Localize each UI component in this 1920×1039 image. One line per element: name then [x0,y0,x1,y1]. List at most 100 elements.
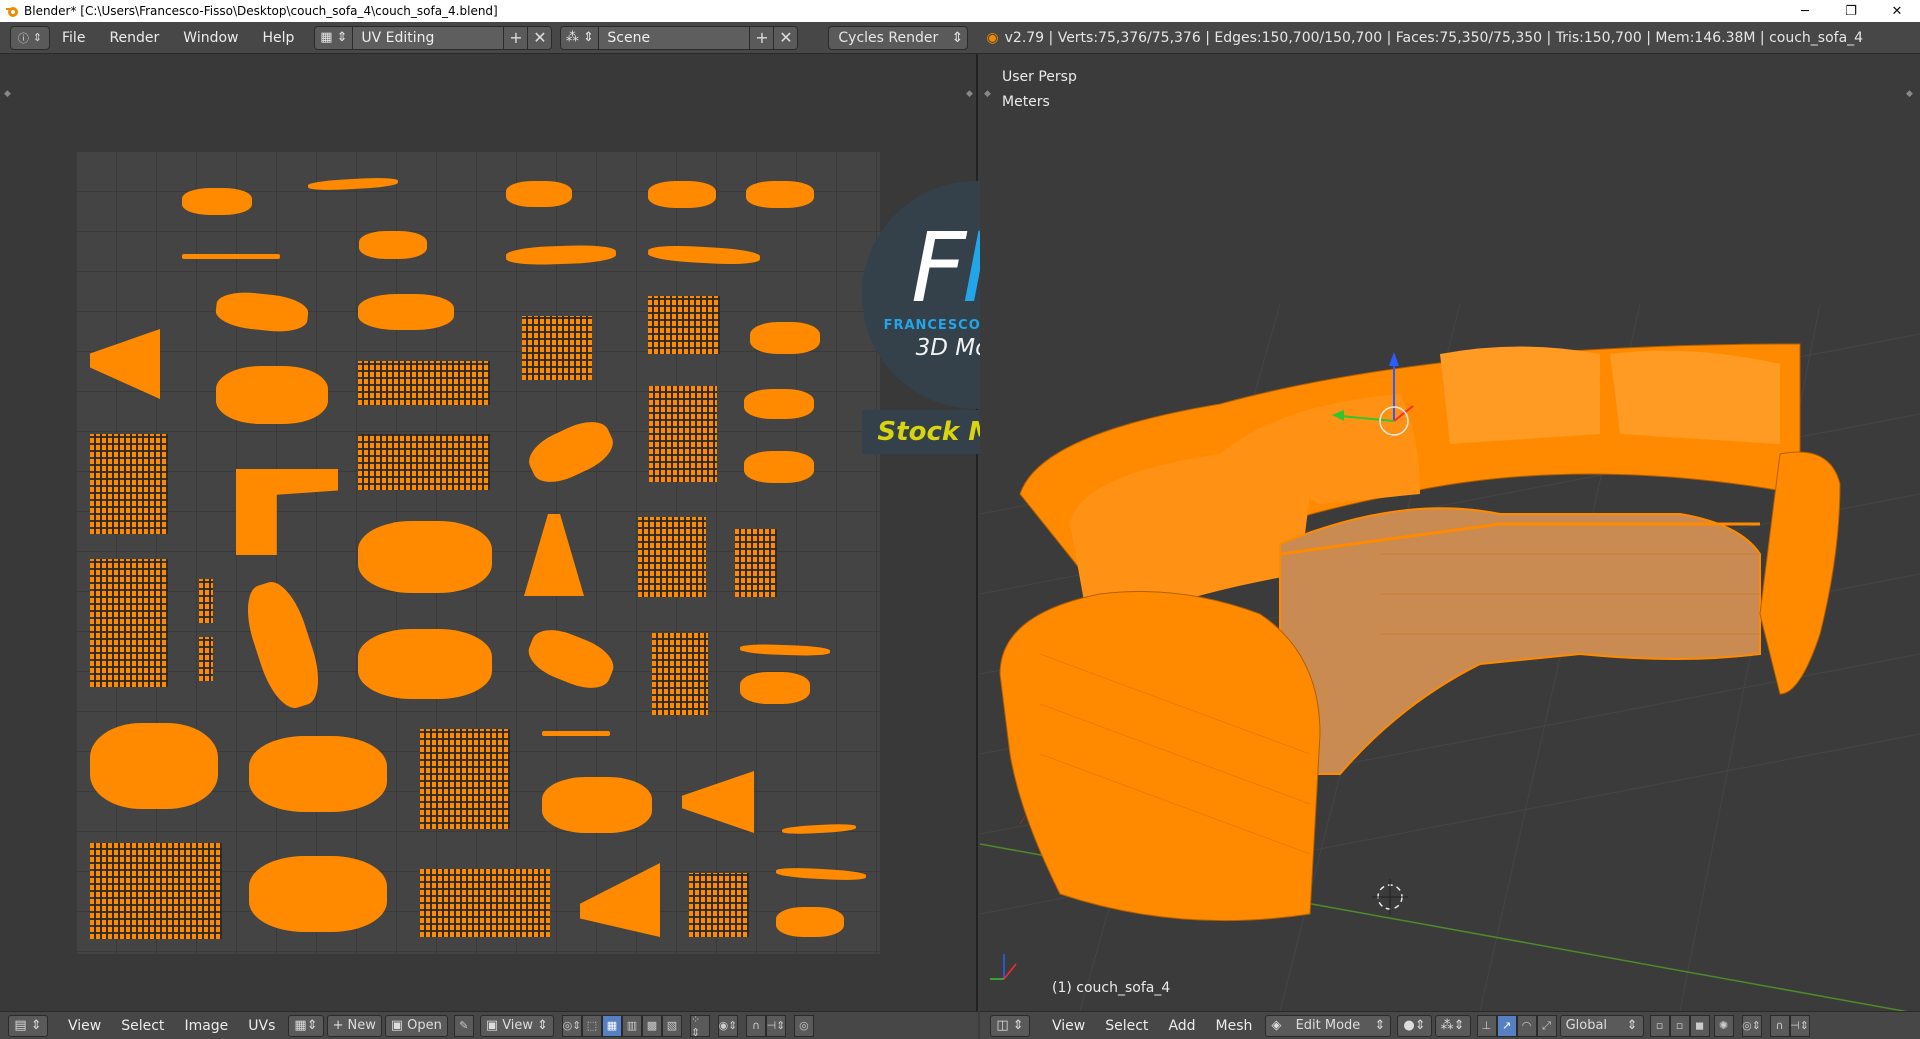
remove-layout-button[interactable]: ✕ [527,26,552,49]
blender-logo-icon [4,3,20,19]
sync-selection-icon[interactable]: ⬚ [581,1014,602,1037]
sticky-select-icon[interactable]: ⁘⇕ [689,1013,710,1039]
snap-target-icon[interactable]: ⊣⇕ [765,1014,786,1037]
3d-viewport[interactable]: ◆ ◆ User Persp Meters (1) couch_sofa_4 [980,54,1920,1011]
vertex-select-icon[interactable]: ▦ [601,1014,622,1037]
screen-layout-name[interactable]: UV Editing [353,26,504,49]
render-engine-label: Cycles Render [838,29,939,46]
camera-icon[interactable]: ✺ [1713,1014,1734,1037]
blender-logo-icon: ◉ [986,29,999,46]
region-toggle-icon[interactable]: ◆ [966,89,976,99]
add-scene-button[interactable]: + [749,26,774,49]
rotate-manipulator-icon[interactable]: ◠ [1516,1014,1537,1037]
open-image-label: Open [407,1018,442,1033]
uv-island [648,181,716,208]
render-engine-select[interactable]: Cycles Render ⇕ [828,25,969,50]
pivot-icon: ⁂⇕ [1440,1018,1465,1033]
uv-menu-select[interactable]: Select [111,1012,174,1039]
menu-help[interactable]: Help [250,22,306,54]
info-icon: ⓘ [17,31,29,45]
view3d-menu-view[interactable]: View [1042,1012,1095,1039]
uv-island [775,866,867,882]
uv-menu-image[interactable]: Image [174,1012,238,1039]
scene-selector[interactable]: ⁂ ⇕ Scene + ✕ [560,25,799,50]
view3d-menu-mesh[interactable]: Mesh [1206,1012,1263,1039]
logo-letter-f: F [910,211,966,324]
translate-manipulator-icon[interactable]: ↗ [1496,1014,1517,1037]
uv-island-grid [522,316,592,380]
layer-icon[interactable]: ▫ [1669,1014,1690,1037]
pivot-icon[interactable]: ◎⇕ [561,1014,582,1037]
view-mode-select[interactable]: ▣ View ⇕ [479,1014,554,1037]
updown-arrows-icon: ⇕ [951,29,964,46]
uv-editor-header: ▤ ⇕ View Select Image UVs ▦⇕ + New ▣ Open … [0,1011,978,1039]
layer-icon[interactable]: ◼ [1689,1014,1710,1037]
snap-target-icon[interactable]: ⊣⇕ [1789,1014,1810,1037]
interaction-mode-select[interactable]: ◈ Edit Mode ⇕ [1265,1014,1392,1037]
image-icon: ▦⇕ [294,1018,318,1033]
pivot-point-select[interactable]: ⁂⇕ [1434,1014,1471,1037]
editor-type-selector[interactable]: ▤ ⇕ [8,1014,48,1037]
scene-name[interactable]: Scene [599,26,750,49]
open-image-button[interactable]: ▣ Open [384,1014,448,1037]
active-object-label: (1) couch_sofa_4 [1052,980,1171,996]
uv-canvas[interactable] [76,151,880,954]
uv-menu-uvs[interactable]: UVs [238,1012,285,1039]
transform-orientation-select[interactable]: Global ⇕ [1559,1014,1644,1037]
uv-island [236,469,338,555]
view3d-menu-select[interactable]: Select [1095,1012,1158,1039]
edge-select-icon[interactable]: ▥ [621,1014,642,1037]
layer-icon[interactable]: ▫ [1649,1014,1670,1037]
menu-window[interactable]: Window [171,22,250,54]
view3d-menu-add[interactable]: Add [1158,1012,1205,1039]
snap-icon[interactable]: ∩ [1769,1014,1790,1037]
close-button[interactable]: ✕ [1874,0,1920,22]
scene-icon[interactable]: ⁂ ⇕ [561,26,600,49]
3d-scene[interactable] [980,54,1920,1011]
uv-menu-view[interactable]: View [58,1012,111,1039]
uv-island [359,231,427,259]
uv-island-grid [358,361,490,405]
uv-island [739,643,831,657]
new-image-button[interactable]: + New [326,1014,382,1037]
uv-image-editor[interactable]: ◆ ◆ F FRANCESCO MILANESE 3D Models Stock… [0,54,1090,1011]
render-preview-icon[interactable]: ◎ [793,1014,814,1037]
snap-icon[interactable]: ∩ [745,1014,766,1037]
stats-text: v2.79 | Verts:75,376/75,376 | Edges:150,… [1004,29,1864,46]
region-toggle-icon[interactable]: ◆ [4,89,14,99]
pin-icon[interactable]: ✎ [453,1014,474,1037]
uv-island [750,322,820,354]
uv-island [358,294,454,330]
uv-island-grid [420,729,510,829]
updown-arrows-icon: ⇕ [1374,1018,1386,1033]
editor-type-selector[interactable]: ⓘ ⇕ [10,25,50,50]
uv-island-grid [199,637,213,681]
island-select-icon[interactable]: ▧ [661,1014,682,1037]
solid-shading-icon: ●⇕ [1403,1018,1426,1033]
scene-stats: ◉ v2.79 | Verts:75,376/75,376 | Edges:15… [986,30,1863,46]
menu-render[interactable]: Render [97,22,171,54]
face-select-icon[interactable]: ▩ [641,1014,662,1037]
uv-island-grid [358,434,490,490]
menu-file[interactable]: File [50,22,97,54]
screen-layout-selector[interactable]: ▦ ⇕ UV Editing + ✕ [314,25,553,50]
remove-scene-button[interactable]: ✕ [773,26,798,49]
manipulator-toggle-icon[interactable]: ⊥ [1476,1014,1497,1037]
layout-grid-icon[interactable]: ▦ ⇕ [315,26,354,49]
proportional-edit-icon[interactable]: ◎⇕ [1741,1014,1762,1037]
scale-manipulator-icon[interactable]: ⤢ [1536,1014,1557,1037]
updown-arrows-icon: ⇕ [537,1018,548,1033]
proportional-edit-icon[interactable]: ◉⇕ [717,1014,738,1037]
image-browse-button[interactable]: ▦⇕ [288,1014,324,1037]
view-mode-label: View [502,1018,534,1033]
uv-island-grid [648,296,720,354]
editor-type-selector[interactable]: ◫ ⇕ [990,1014,1030,1037]
viewport-shading-select[interactable]: ●⇕ [1397,1014,1432,1037]
restore-button[interactable]: ❐ [1828,0,1874,22]
uv-island-grid [649,386,717,482]
uv-island [90,723,218,809]
minimize-button[interactable]: ─ [1782,0,1828,22]
view3d-header: ◫ ⇕ View Select Add Mesh ◈ Edit Mode ⇕ ●⇕ … [980,1011,1920,1039]
add-layout-button[interactable]: + [503,26,528,49]
uv-island [522,412,620,492]
